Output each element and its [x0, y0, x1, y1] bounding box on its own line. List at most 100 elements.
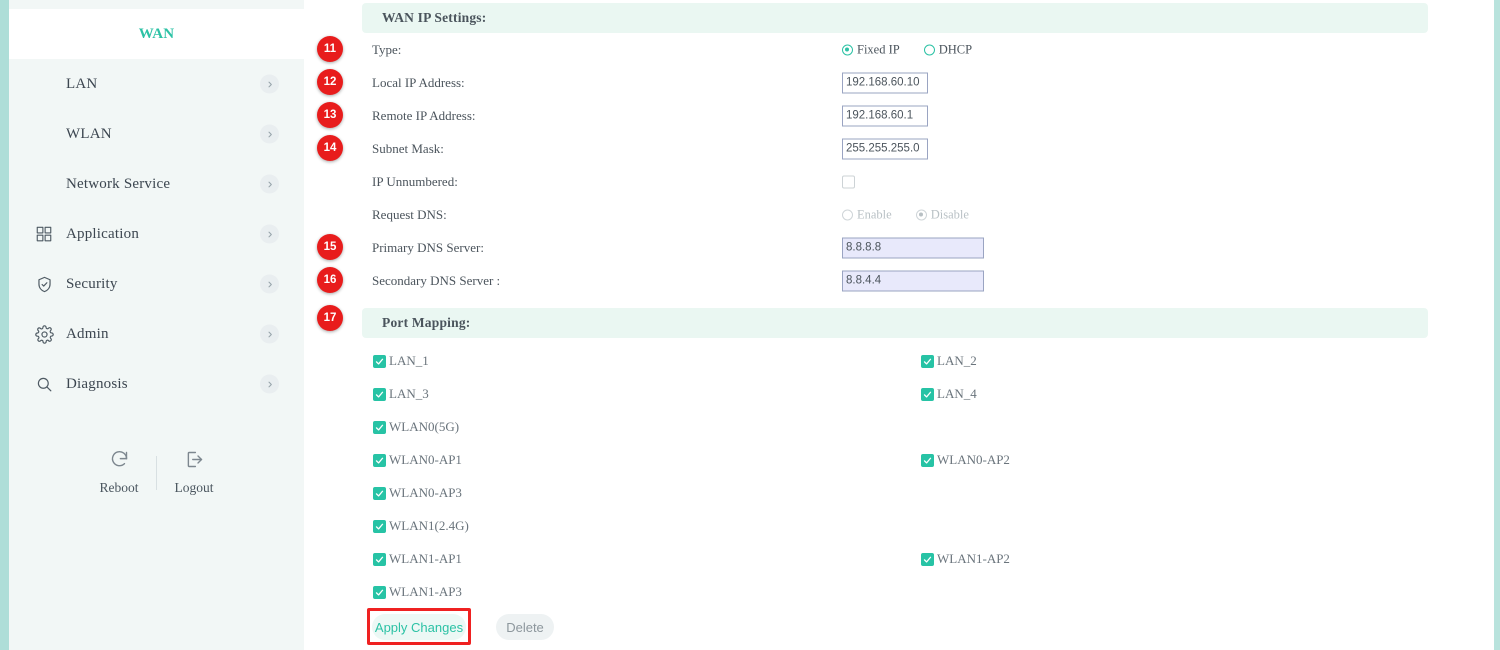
logout-label: Logout [175, 480, 214, 496]
chevron-right-icon[interactable] [260, 175, 279, 194]
radio-indicator[interactable] [924, 44, 935, 55]
checkbox-lan-2[interactable] [921, 355, 934, 368]
port-mapping-item[interactable]: WLAN1-AP3 [373, 584, 462, 600]
radio-option-disable[interactable]: Disable [916, 207, 969, 222]
form-row-label: Type: [372, 42, 401, 58]
port-mapping-item[interactable]: WLAN1-AP1 [373, 551, 462, 567]
checkbox-wlan1-ap3[interactable] [373, 586, 386, 599]
form-row-field: Enable Disable [842, 207, 993, 222]
step-badge-12: 12 [317, 69, 343, 95]
section-title: WAN IP Settings: [362, 10, 486, 26]
chevron-right-icon[interactable] [260, 225, 279, 244]
port-mapping-label: LAN_4 [937, 386, 977, 402]
input-local-ip-address[interactable] [842, 72, 928, 93]
sidebar-item-label: Security [9, 276, 118, 293]
port-mapping-item[interactable]: WLAN0-AP1 [373, 452, 462, 468]
port-mapping-label: WLAN1-AP2 [937, 551, 1010, 567]
sidebar-spacer [9, 409, 304, 435]
radio-label: DHCP [939, 42, 972, 57]
form-row: Request DNS:EnableDisable [304, 198, 1500, 231]
port-mapping-item[interactable]: WLAN1-AP2 [921, 551, 1010, 567]
sidebar-item-admin[interactable]: Admin [9, 309, 304, 359]
radio-option-fixed-ip[interactable]: Fixed IP [842, 42, 900, 57]
step-badge-14: 14 [317, 135, 343, 161]
form-row-label: IP Unnumbered: [372, 174, 458, 190]
step-badge-17: 17 [317, 305, 343, 331]
sidebar: WAN LAN WLANNetwork Service Application Secu… [0, 0, 304, 650]
checkbox-wlan1-2-4g-[interactable] [373, 520, 386, 533]
checkbox-ip-unnumbered[interactable] [842, 175, 855, 188]
port-mapping-label: WLAN1-AP1 [389, 551, 462, 567]
form-row-field [842, 138, 928, 159]
form-row: Local IP Address: [304, 66, 1500, 99]
radio-indicator[interactable] [842, 44, 853, 55]
checkbox-wlan1-ap2[interactable] [921, 553, 934, 566]
port-mapping-item[interactable]: WLAN0(5G) [373, 419, 459, 435]
port-mapping-label: LAN_1 [389, 353, 429, 369]
sidebar-top-spacer [9, 0, 304, 9]
checkbox-wlan0-5g-[interactable] [373, 421, 386, 434]
port-mapping-item[interactable]: LAN_3 [373, 386, 429, 402]
delete-button[interactable]: Delete [496, 614, 554, 640]
reboot-button[interactable]: Reboot [87, 449, 151, 496]
port-mapping-label: LAN_3 [389, 386, 429, 402]
port-mapping-item[interactable]: WLAN0-AP3 [373, 485, 462, 501]
step-badge-15: 15 [317, 234, 343, 260]
logout-button[interactable]: Logout [162, 449, 226, 496]
port-mapping-item[interactable]: WLAN0-AP2 [921, 452, 1010, 468]
checkbox-wlan0-ap1[interactable] [373, 454, 386, 467]
form-row: Subnet Mask: [304, 132, 1500, 165]
checkbox-lan-1[interactable] [373, 355, 386, 368]
sidebar-item-security[interactable]: Security [9, 259, 304, 309]
grid-icon [34, 224, 54, 244]
port-mapping-item[interactable]: LAN_1 [373, 353, 429, 369]
form-row-field [842, 175, 855, 188]
port-mapping-item[interactable]: WLAN1(2.4G) [373, 518, 469, 534]
chevron-right-icon[interactable] [260, 75, 279, 94]
chevron-right-icon[interactable] [260, 375, 279, 394]
sidebar-item-diagnosis[interactable]: Diagnosis [9, 359, 304, 409]
checkbox-lan-3[interactable] [373, 388, 386, 401]
sidebar-item-label: Admin [9, 326, 109, 343]
sidebar-item-application[interactable]: Application [9, 209, 304, 259]
input-remote-ip-address[interactable] [842, 105, 928, 126]
chevron-right-icon[interactable] [260, 125, 279, 144]
chevron-right-icon[interactable] [260, 325, 279, 344]
port-mapping-item[interactable]: LAN_4 [921, 386, 977, 402]
sidebar-item-network-service[interactable]: Network Service [9, 159, 304, 209]
sidebar-item-label: Application [9, 226, 139, 243]
port-mapping-item[interactable]: LAN_2 [921, 353, 977, 369]
port-mapping-label: WLAN0-AP1 [389, 452, 462, 468]
section-header-wan-ip-settings: WAN IP Settings: [362, 3, 1428, 33]
section-title: Port Mapping: [362, 315, 470, 331]
reboot-label: Reboot [100, 480, 139, 496]
radio-indicator[interactable] [842, 209, 853, 220]
input-primary-dns-server[interactable] [842, 237, 984, 258]
radio-indicator[interactable] [916, 209, 927, 220]
apply-changes-button[interactable]: Apply Changes [372, 614, 466, 640]
form-row: Type: Fixed IP DHCP [304, 33, 1500, 66]
form-row-label: Subnet Mask: [372, 141, 444, 157]
port-mapping-label: WLAN1(2.4G) [389, 518, 469, 534]
form-row: Primary DNS Server: [304, 231, 1500, 264]
step-badge-11: 11 [317, 36, 343, 62]
radio-option-dhcp[interactable]: DHCP [924, 42, 972, 57]
chevron-right-icon[interactable] [260, 275, 279, 294]
port-mapping-label: WLAN0-AP2 [937, 452, 1010, 468]
checkbox-wlan0-ap2[interactable] [921, 454, 934, 467]
sidebar-item-wan[interactable]: WAN [9, 9, 304, 59]
sidebar-item-wlan[interactable]: WLAN [9, 109, 304, 159]
sidebar-item-label: LAN [9, 76, 97, 93]
form-row-field: Fixed IP DHCP [842, 42, 996, 57]
port-mapping-label: LAN_2 [937, 353, 977, 369]
sidebar-nav: WAN LAN WLANNetwork Service Application Secu… [9, 9, 304, 409]
input-secondary-dns-server[interactable] [842, 270, 984, 291]
checkbox-wlan0-ap3[interactable] [373, 487, 386, 500]
input-subnet-mask[interactable] [842, 138, 928, 159]
checkbox-wlan1-ap1[interactable] [373, 553, 386, 566]
sidebar-action-divider [156, 456, 157, 490]
sidebar-item-lan[interactable]: LAN [9, 59, 304, 109]
form-row: IP Unnumbered: [304, 165, 1500, 198]
checkbox-lan-4[interactable] [921, 388, 934, 401]
radio-option-enable[interactable]: Enable [842, 207, 892, 222]
